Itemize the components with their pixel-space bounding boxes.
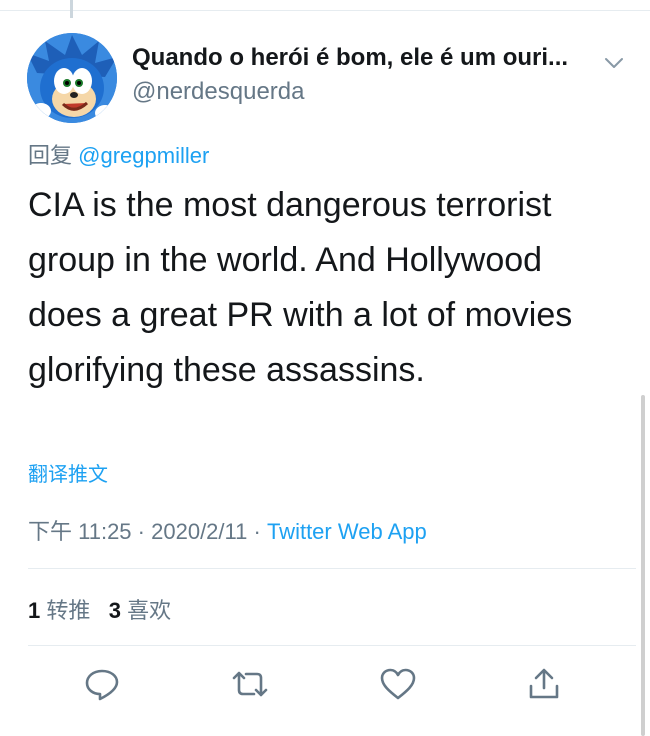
user-handle[interactable]: @nerdesquerda — [132, 78, 304, 106]
tweet-text: CIA is the most dangerous terrorist grou… — [28, 186, 573, 389]
retweet-stat-label: 转推 — [46, 598, 91, 623]
display-name[interactable]: Quando o herói é bom, ele é um ouri... — [132, 44, 602, 72]
avatar-image — [27, 33, 117, 123]
tweet-source-link[interactable]: Twitter Web App — [267, 519, 427, 544]
like-icon[interactable] — [376, 662, 420, 706]
reply-prefix: 回复 — [28, 143, 73, 168]
share-icon[interactable] — [522, 662, 566, 706]
tweet-metadata: 下午 11:25 · 2020/2/11 · Twitter Web App — [28, 514, 427, 546]
tweet-time[interactable]: 下午 11:25 — [28, 519, 132, 544]
meta-separator: · — [137, 519, 145, 544]
like-stat-label: 喜欢 — [127, 598, 172, 623]
chevron-down-icon[interactable] — [603, 52, 625, 74]
reply-icon[interactable] — [80, 662, 124, 706]
reply-context: 回复 @gregpmiller — [28, 138, 209, 170]
tweet-stats: 1 转推 3 喜欢 — [28, 593, 171, 625]
tweet-date[interactable]: 2020/2/11 — [151, 519, 247, 544]
divider — [28, 645, 636, 646]
thread-connector-line — [70, 0, 73, 18]
tweet-action-bar — [0, 662, 640, 708]
scrollbar[interactable] — [641, 395, 645, 736]
avatar[interactable] — [27, 33, 117, 123]
retweet-stat[interactable]: 1 转推 — [28, 598, 90, 623]
translate-tweet-link[interactable]: 翻译推文 — [28, 458, 108, 487]
divider — [28, 568, 636, 569]
retweet-count: 1 — [28, 598, 41, 623]
meta-separator: · — [253, 519, 261, 544]
like-stat[interactable]: 3 喜欢 — [109, 598, 171, 623]
top-divider — [0, 10, 650, 11]
like-count: 3 — [108, 598, 121, 623]
reply-mention-link[interactable]: @gregpmiller — [78, 143, 209, 168]
retweet-icon[interactable] — [228, 662, 272, 706]
